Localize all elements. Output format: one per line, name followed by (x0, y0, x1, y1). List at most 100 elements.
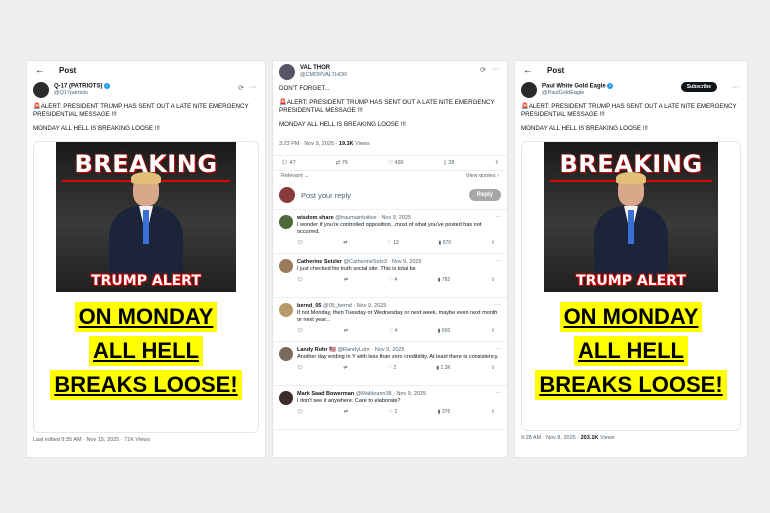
bookmark-button[interactable]: ▯ 28 (444, 160, 455, 166)
right-post-panel: ← Post Paul White Gold Eagle ✓ @PaulGold… (514, 60, 748, 458)
more-icon[interactable]: ··· (495, 214, 501, 220)
like-count: 4 (394, 277, 398, 283)
post-image[interactable]: BREAKING TRUMP ALERT ON MONDAY ALL HELL … (33, 141, 259, 433)
post-time: 9:28 AM · Nov 8, 2025 · (521, 435, 580, 441)
post-text: 🚨ALERT: PRESIDENT TRUMP HAS SENT OUT A L… (515, 101, 747, 141)
share-icon[interactable]: ⇪ (491, 277, 495, 283)
view-count: 979 (442, 240, 451, 246)
share-icon[interactable]: ⇪ (491, 240, 495, 246)
subscribe-button[interactable]: Subscribe (680, 82, 717, 92)
grok-icon[interactable]: ⟳ (238, 84, 244, 92)
reply-icon[interactable]: 💬︎ (297, 240, 303, 246)
avatar[interactable] (279, 64, 295, 80)
user-handle[interactable]: @PaulGoldEagle (542, 90, 613, 97)
more-icon[interactable]: ··· (250, 84, 257, 92)
share-icon[interactable]: ⇪ (491, 328, 495, 334)
views-button[interactable]: ▮ 600 (438, 328, 450, 334)
reply-item[interactable]: bernd_05 @05_bernd · Nov 9, 2025 If not … (273, 298, 507, 342)
avatar[interactable] (33, 82, 49, 98)
chevron-down-icon: ⌄ (304, 173, 309, 179)
like-button[interactable]: ♡ 2 (388, 365, 397, 371)
verified-icon: ✓ (104, 82, 111, 89)
more-icon[interactable]: ··· (495, 302, 501, 308)
repost-icon[interactable]: ⇄ (344, 328, 348, 334)
post-text-line-0: DON'T FORGET... (279, 85, 330, 92)
more-icon[interactable]: ··· (492, 66, 499, 74)
left-post-panel: ← Post Q-17 (PATRIOTS) ✓ @Q17patriots ⟳ ·… (26, 60, 266, 458)
like-button[interactable]: ♡ 2 (389, 409, 398, 415)
more-icon[interactable]: ··· (495, 346, 501, 352)
post-text-line-1: 🚨ALERT: PRESIDENT TRUMP HAS SENT OUT A L… (279, 99, 495, 114)
reply-item[interactable]: wisdom share @traumaintuitive · Nov 9, 2… (273, 210, 507, 254)
reply-actions: 💬︎ ⇄ ♡ 2 ▮ 376 ⇪ (297, 409, 501, 415)
display-name[interactable]: Q-17 (PATRIOTS) (54, 83, 102, 89)
like-button[interactable]: ♡ 13 (387, 240, 398, 246)
back-arrow-icon[interactable]: ← (35, 65, 45, 76)
reply-icon[interactable]: 💬︎ (297, 277, 303, 283)
repost-icon[interactable]: ⇄ (343, 240, 347, 246)
views-button[interactable]: ▮ 782 (438, 277, 450, 283)
views-button[interactable]: ▮ 979 (438, 240, 450, 246)
post-header: Q-17 (PATRIOTS) ✓ @Q17patriots ⟳ ··· (27, 79, 265, 101)
views-button[interactable]: ▮ 1.3K (436, 365, 450, 371)
repost-icon[interactable]: ⇄ (343, 365, 347, 371)
share-icon[interactable]: ⇪ (494, 160, 499, 166)
back-arrow-icon[interactable]: ← (523, 65, 533, 76)
reply-author[interactable]: Catherine Setzler (297, 259, 342, 265)
more-icon[interactable]: ··· (495, 390, 501, 396)
reply-submit-button[interactable]: Reply (468, 189, 501, 201)
views-label: Views (599, 435, 615, 441)
post-text-line-2: MONDAY ALL HELL IS BREAKING LOOSE !!! (521, 125, 648, 132)
views-button[interactable]: ▮ 376 (438, 409, 450, 415)
share-icon[interactable]: ⇪ (491, 409, 495, 415)
user-handle[interactable]: @CMDRVALTHOR (300, 72, 347, 79)
avatar[interactable] (279, 391, 293, 405)
reply-item[interactable]: Landy Rohr 🇺🇸 @RandyLohr · Nov 9, 2025 A… (273, 342, 507, 386)
headline-line-3: BREAKS LOOSE! (50, 370, 242, 400)
reply-icon[interactable]: 💬︎ (297, 328, 303, 334)
heart-icon: ♡ (387, 160, 393, 166)
view-count: 19.3K (338, 141, 354, 147)
repost-icon: ⇄ (335, 160, 341, 166)
repost-icon[interactable]: ⇄ (344, 277, 348, 283)
reply-author[interactable]: Mark Saad Bowerman (297, 391, 354, 397)
reply-button[interactable]: 💬︎ 47 (281, 160, 296, 166)
reply-icon[interactable]: 💬︎ (297, 365, 303, 371)
avatar[interactable] (279, 259, 293, 273)
reply-input[interactable]: Post your reply (301, 191, 463, 200)
display-name[interactable]: VAL THOR (300, 65, 347, 72)
grok-icon[interactable]: ⟳ (480, 66, 486, 74)
post-image[interactable]: BREAKING TRUMP ALERT ON MONDAY ALL HELL … (521, 141, 741, 431)
avatar[interactable] (279, 215, 293, 229)
engagement-bar: 💬︎ 47 ⇄ 76 ♡ 436 ▯ 28 ⇪ (273, 155, 507, 171)
post-text-line-1: 🚨ALERT: PRESIDENT TRUMP HAS SENT OUT A L… (33, 103, 249, 118)
relevant-dropdown[interactable]: Relevant ⌄ (281, 173, 309, 179)
avatar[interactable] (279, 347, 293, 361)
topbar: ← Post (515, 61, 747, 79)
more-icon[interactable]: ··· (732, 84, 739, 91)
like-button[interactable]: ♡ 436 (388, 160, 404, 166)
reply-author[interactable]: bernd_05 (297, 303, 321, 309)
reply-author[interactable]: Landy Rohr 🇺🇸 (297, 347, 336, 353)
like-button[interactable]: ♡ 4 (389, 277, 398, 283)
reply-count: 47 (289, 160, 296, 166)
headline-line-1: ON MONDAY (559, 302, 703, 332)
reply-icon[interactable]: 💬︎ (297, 409, 303, 415)
user-handle[interactable]: @Q17patriots (54, 90, 110, 97)
post-text: DON'T FORGET... 🚨ALERT: PRESIDENT TRUMP … (273, 83, 507, 137)
reply-item[interactable]: Mark Saad Bowerman @Mableann38 · Nov 9, … (273, 386, 507, 430)
repost-icon[interactable]: ⇄ (344, 409, 348, 415)
reply-item[interactable]: Catherine Setzler @CatherineSetz3 · Nov … (273, 254, 507, 298)
view-quotes-link[interactable]: View quotes › (466, 173, 499, 179)
reply-author[interactable]: wisdom share (297, 215, 334, 221)
repost-button[interactable]: ⇄ 76 (336, 160, 348, 166)
more-icon[interactable]: ··· (495, 258, 501, 264)
trump-figure (594, 172, 668, 276)
display-name[interactable]: Paul White Gold Eagle (542, 83, 606, 89)
avatar[interactable] (521, 82, 537, 98)
avatar[interactable] (279, 303, 293, 317)
like-button[interactable]: ♡ 4 (389, 328, 398, 334)
poster-headline: ON MONDAY ALL HELL BREAKS LOOSE! (522, 300, 740, 402)
share-icon[interactable]: ⇪ (491, 365, 495, 371)
headline-line-2: ALL HELL (574, 336, 688, 366)
